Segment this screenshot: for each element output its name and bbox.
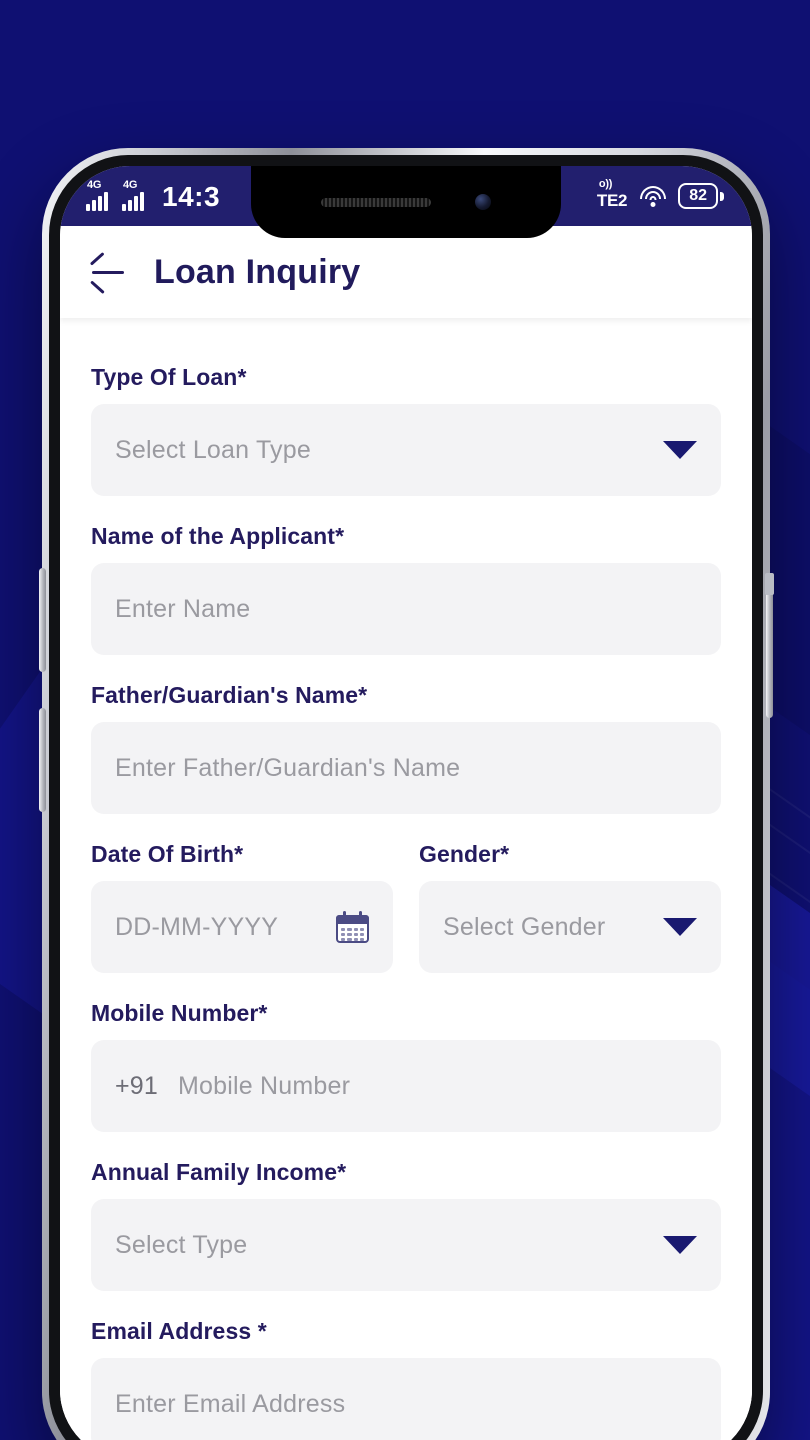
field-label-text: Father/Guardian's Name bbox=[91, 682, 359, 708]
input-placeholder: Enter Name bbox=[115, 594, 251, 623]
select-placeholder: Select Gender bbox=[443, 912, 606, 941]
field-label-text: Type Of Loan bbox=[91, 364, 238, 390]
field-label-text: Name of the Applicant bbox=[91, 523, 336, 549]
phone-screen: 4G 4G 14:3 o)) TE2 82 Loan Inquiry Type … bbox=[60, 166, 752, 1440]
date-of-birth-input[interactable]: DD-MM-YYYY bbox=[91, 881, 393, 973]
required-marker: * bbox=[237, 364, 247, 390]
input-placeholder: Enter Father/Guardian's Name bbox=[115, 753, 461, 782]
battery-percent-label: 82 bbox=[678, 183, 718, 209]
gender-select[interactable]: Select Gender bbox=[419, 881, 721, 973]
applicant-name-input[interactable]: Enter Name bbox=[91, 563, 721, 655]
required-marker: * bbox=[337, 1159, 347, 1185]
field-label: Father/Guardian's Name* bbox=[91, 682, 721, 709]
field-label-text: Date Of Birth bbox=[91, 841, 235, 867]
field-label: Type Of Loan* bbox=[91, 364, 721, 391]
field-gender: Gender* Select Gender bbox=[419, 841, 721, 973]
battery-icon: 82 bbox=[678, 183, 724, 209]
signal-2-network-label: 4G bbox=[123, 178, 138, 191]
input-placeholder: DD-MM-YYYY bbox=[115, 912, 279, 941]
volume-down-button[interactable] bbox=[39, 708, 46, 812]
field-label-text: Gender bbox=[419, 841, 501, 867]
chevron-down-icon[interactable] bbox=[663, 441, 697, 459]
back-arrow-icon[interactable] bbox=[89, 252, 126, 295]
required-marker: * bbox=[500, 841, 510, 867]
volume-up-button[interactable] bbox=[39, 568, 46, 672]
field-annual-family-income: Annual Family Income* Select Type bbox=[91, 1159, 721, 1291]
input-placeholder: Enter Email Address bbox=[115, 1389, 346, 1418]
required-marker: * bbox=[258, 1000, 268, 1026]
calendar-icon[interactable] bbox=[336, 911, 369, 943]
email-address-input[interactable]: Enter Email Address bbox=[91, 1358, 721, 1440]
phone-bezel: 4G 4G 14:3 o)) TE2 82 Loan Inquiry Type … bbox=[49, 155, 763, 1440]
dob-gender-row: Date Of Birth* DD-MM-YYYY Gender* Select… bbox=[91, 841, 721, 973]
field-label-text: Annual Family Income bbox=[91, 1159, 338, 1185]
mobile-number-input[interactable]: +91 Mobile Number bbox=[91, 1040, 721, 1132]
required-marker: * bbox=[335, 523, 345, 549]
field-label: Date Of Birth* bbox=[91, 841, 393, 868]
type-of-loan-select[interactable]: Select Loan Type bbox=[91, 404, 721, 496]
signal-1-network-label: 4G bbox=[87, 178, 102, 191]
page-backdrop: 4G 4G 14:3 o)) TE2 82 Loan Inquiry Type … bbox=[0, 0, 810, 1440]
chevron-down-icon[interactable] bbox=[663, 1236, 697, 1254]
field-date-of-birth: Date Of Birth* DD-MM-YYYY bbox=[91, 841, 393, 973]
country-code-prefix: +91 bbox=[115, 1071, 159, 1100]
required-marker: * bbox=[257, 1318, 267, 1344]
signal-strength-1-icon: 4G bbox=[86, 178, 108, 211]
select-placeholder: Select Type bbox=[115, 1230, 248, 1259]
input-placeholder: Mobile Number bbox=[178, 1071, 351, 1100]
network-type-indicator: o)) TE2 bbox=[596, 178, 628, 211]
signal-strength-2-icon: 4G bbox=[122, 178, 144, 211]
power-button-notch bbox=[765, 573, 774, 595]
field-applicant-name: Name of the Applicant* Enter Name bbox=[91, 523, 721, 655]
chevron-down-icon[interactable] bbox=[663, 918, 697, 936]
select-placeholder: Select Loan Type bbox=[115, 435, 311, 464]
wifi-icon bbox=[639, 185, 666, 207]
network-type-label: TE2 bbox=[596, 190, 628, 210]
earpiece-speaker-icon bbox=[321, 197, 431, 207]
field-label-text: Email Address bbox=[91, 1318, 258, 1344]
guardian-name-input[interactable]: Enter Father/Guardian's Name bbox=[91, 722, 721, 814]
annual-family-income-select[interactable]: Select Type bbox=[91, 1199, 721, 1291]
page-title: Loan Inquiry bbox=[154, 252, 361, 291]
phone-notch bbox=[251, 166, 561, 238]
field-mobile-number: Mobile Number* +91 Mobile Number bbox=[91, 1000, 721, 1132]
required-marker: * bbox=[234, 841, 244, 867]
field-label: Annual Family Income* bbox=[91, 1159, 721, 1186]
field-label-text: Mobile Number bbox=[91, 1000, 259, 1026]
field-email-address: Email Address * Enter Email Address bbox=[91, 1318, 721, 1440]
app-header-bar: Loan Inquiry bbox=[60, 226, 752, 318]
front-camera-icon bbox=[475, 194, 491, 210]
field-guardian-name: Father/Guardian's Name* Enter Father/Gua… bbox=[91, 682, 721, 814]
field-label: Gender* bbox=[419, 841, 721, 868]
power-button[interactable] bbox=[766, 578, 773, 718]
required-marker: * bbox=[358, 682, 368, 708]
field-label: Name of the Applicant* bbox=[91, 523, 721, 550]
phone-mockup-frame: 4G 4G 14:3 o)) TE2 82 Loan Inquiry Type … bbox=[39, 148, 774, 1440]
status-bar-right: o)) TE2 82 bbox=[596, 178, 724, 211]
field-label: Email Address * bbox=[91, 1318, 721, 1345]
status-bar-clock: 14:3 bbox=[162, 180, 221, 212]
status-bar-left: 4G 4G 14:3 bbox=[86, 178, 221, 212]
loan-inquiry-form: Type Of Loan* Select Loan Type Name of t… bbox=[60, 318, 752, 1440]
volte-icon: o)) bbox=[598, 177, 613, 190]
field-type-of-loan: Type Of Loan* Select Loan Type bbox=[91, 364, 721, 496]
field-label: Mobile Number* bbox=[91, 1000, 721, 1027]
